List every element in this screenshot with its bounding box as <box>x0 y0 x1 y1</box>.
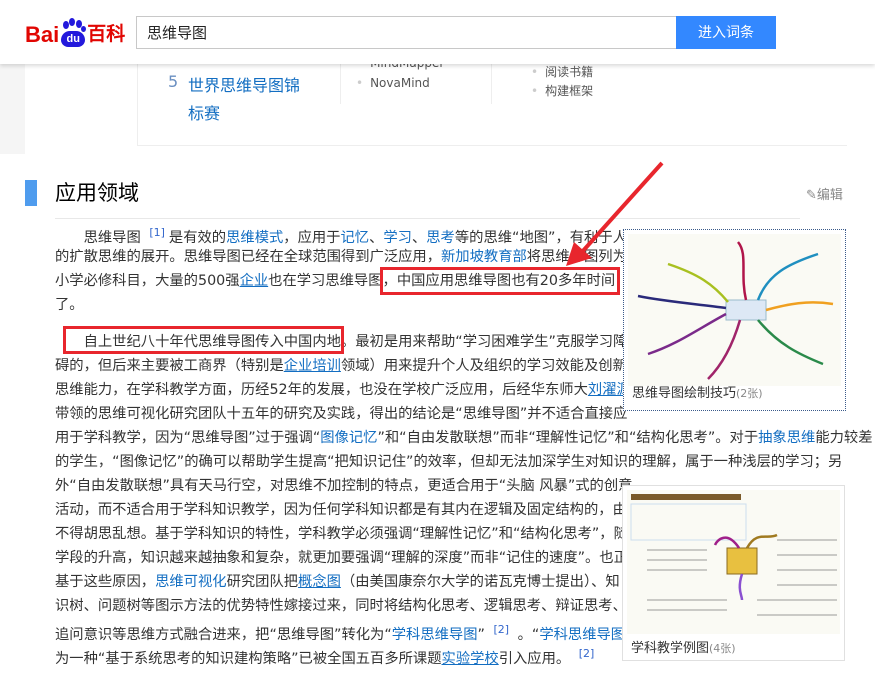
inline-link[interactable]: 学科思维导图 <box>539 627 625 643</box>
paragraph-line: 用于学科教学，因为“思维导图”过于强调“图像记忆”和“自由发散联想”而非“理解性… <box>55 426 873 450</box>
paragraph-line: 学段的升高，知识越来越抽象和复杂，就更加要强调“理解的深度”而非“记住的速度”。… <box>55 546 642 570</box>
text-run: 了。 <box>55 297 84 313</box>
text-run: ” <box>478 627 490 643</box>
text-run: 识树、问题树等图示方法的优势特性嫁接过来，同时将结构化思考、逻辑思考、辩证思考、 <box>55 598 627 614</box>
inline-link[interactable]: 新加坡教育部 <box>441 249 527 265</box>
text-run: 、 <box>412 230 426 246</box>
text-run: 用于学科教学，因为“思维导图”过于强调“ <box>55 430 320 446</box>
inline-link[interactable]: 记忆 <box>340 230 369 246</box>
inline-link[interactable]: 企业培训 <box>284 358 341 374</box>
paragraph-line: 碍的，但后来主要被工商界（特别是企业培训领域）用来提升个人及组织的学习效能及创新 <box>55 354 627 378</box>
toc-subitem[interactable]: NovaMind <box>356 76 430 90</box>
toc-subitem[interactable]: 阅读书籍 <box>531 63 593 80</box>
mindmap-image[interactable] <box>627 490 840 634</box>
inline-link[interactable]: 学习 <box>383 230 412 246</box>
edit-label: 编辑 <box>817 188 843 203</box>
image-card[interactable]: 学科教学例图(4张) <box>622 485 845 661</box>
text-run: 思维能力，在学科教学方面，历经52年的发展，也没在学校广泛应用，后经华东师大 <box>55 382 588 398</box>
inline-link[interactable]: 实验学校 <box>442 651 499 667</box>
divider <box>55 218 800 219</box>
text-run: 能力较差 <box>815 430 872 446</box>
paragraph-line: 不得胡思乱想。基于学科知识的特性，学科教学必须强调“理解性记忆”和“结构化思考”… <box>55 522 642 546</box>
text-run: 、 <box>369 230 383 246</box>
paragraph-line: 基于这些原因，思维可视化研究团队把概念图（由美国康奈尔大学的诺瓦克博士提出）、知 <box>55 570 620 594</box>
paragraph-line: 思维能力，在学科教学方面，历经52年的发展，也没在学校广泛应用，后经华东师大刘濯… <box>55 378 631 402</box>
text-run: 。“ <box>513 627 539 643</box>
text-run: 为一种“基于系统思考的知识建构策略”已被全国五百多所课题 <box>55 651 442 667</box>
paw-icon: du <box>60 18 86 48</box>
text-run: 小学必修科目，大量的500强 <box>55 273 240 289</box>
inline-link[interactable]: 概念图 <box>298 574 341 590</box>
inline-link[interactable]: 思维模式 <box>226 230 283 246</box>
paragraph-line: 识树、问题树等图示方法的优势特性嫁接过来，同时将结构化思考、逻辑思考、辩证思考、 <box>55 594 627 618</box>
paragraph-line: 外“自由发散联想”具有天马行空，对思维不加控制的特点，更适合用于“头脑 风暴”式… <box>55 474 632 498</box>
inline-link[interactable]: 抽象思维 <box>758 430 815 446</box>
text-run: 的扩散思维的展开。思维导图已经在全球范围得到广泛应用， <box>55 249 441 265</box>
section-marker <box>25 180 37 206</box>
text-run: 基于这些原因， <box>55 574 155 590</box>
paragraph-line: 的学生，“图像记忆”的确可以帮助学生提高“把知识记住”的效率，但却无法加深学生对… <box>55 450 842 474</box>
text-run: 的学生，“图像记忆”的确可以帮助学生提高“把知识记住”的效率，但却无法加深学生对… <box>55 454 842 470</box>
citation-ref[interactable]: [1] <box>149 226 165 239</box>
text-run: （由美国康奈尔大学的诺瓦克博士提出）、知 <box>341 574 620 590</box>
text-run: 追问意识等思维方式融合进来，把“思维导图”转化为“ <box>55 627 392 643</box>
text-run: 领域）用来提升个人及组织的学习效能及创新 <box>341 358 627 374</box>
left-gutter <box>0 64 25 154</box>
text-run: ”和“自由发散联想”而非“理解性记忆”和“结构化思考”。对于 <box>377 430 758 446</box>
paragraph-line: 活动，而不适合用于学科知识教学，因为任何学科知识都是有其内在逻辑及固定结构的，由 <box>55 498 627 522</box>
section-title: 应用领域 <box>55 180 139 206</box>
toc-item-number: 5 <box>168 72 178 91</box>
text-run: 带领的思维可视化研究团队十五年的研究及实践，得出的结论是“思维导图”并不适合直接… <box>55 406 627 422</box>
text-run: 是有效的 <box>169 230 226 246</box>
text-run: 不得胡思乱想。基于学科知识的特性，学科教学必须强调“理解性记忆”和“结构化思考”… <box>55 526 642 542</box>
image-card[interactable]: 思维导图绘制技巧(2张) <box>623 229 846 411</box>
highlight-box <box>63 326 344 354</box>
text-run: 碍的，但后来主要被工商界（特别是 <box>55 358 284 374</box>
text-run: 研究团队把 <box>227 574 298 590</box>
text-run: 将思维导图列为 <box>527 249 627 265</box>
paragraph-line: 为一种“基于系统思考的知识建构策略”已被全国五百多所课题实验学校引入应用。 [2… <box>55 642 598 671</box>
mindmap-image[interactable] <box>628 234 841 386</box>
text-run: ，应用于 <box>283 230 340 246</box>
top-header: Bai du 百科 进入词条 <box>0 0 875 64</box>
citation-ref[interactable]: [2] <box>493 623 509 636</box>
search-input[interactable] <box>136 16 677 49</box>
toc-item-link[interactable]: 世界思维导图锦标赛 <box>188 72 313 128</box>
paragraph-line: 带领的思维可视化研究团队十五年的研究及实践，得出的结论是“思维导图”并不适合直接… <box>55 402 627 426</box>
text-run: 学段的升高，知识越来越抽象和复杂，就更加要强调“理解的深度”而非“记住的速度”。… <box>55 550 642 566</box>
paragraph-line: 了。 <box>55 293 84 317</box>
pencil-icon: ✎ <box>806 188 817 203</box>
text-run: 引入应用。 <box>499 651 575 667</box>
image-caption[interactable]: 思维导图绘制技巧(2张) <box>632 382 763 401</box>
toc-subitem[interactable]: 构建框架 <box>531 82 593 99</box>
text-run: 等的思维“地图”，有利于人脑 <box>455 230 641 246</box>
text-run: 活动，而不适合用于学科知识教学，因为任何学科知识都是有其内在逻辑及固定结构的，由 <box>55 502 627 518</box>
inline-link[interactable]: 企业 <box>240 273 269 289</box>
citation-ref[interactable]: [2] <box>579 647 595 660</box>
highlight-box <box>380 267 620 295</box>
inline-link[interactable]: 思考 <box>426 230 455 246</box>
text-run: 外“自由发散联想”具有天马行空，对思维不加控制的特点，更适合用于“头脑 风暴”式… <box>55 478 632 494</box>
image-caption[interactable]: 学科教学例图(4张) <box>631 637 736 656</box>
inline-link[interactable]: 学科思维导图 <box>392 627 478 643</box>
text-run: 思维导图 <box>55 230 145 246</box>
table-of-contents: 5 世界思维导图锦标赛 MindMapper NovaMind 阅读书籍 构建框… <box>137 64 847 146</box>
edit-button[interactable]: ✎编辑 <box>806 184 843 203</box>
inline-link[interactable]: 图像记忆 <box>320 430 377 446</box>
baike-logo[interactable]: Bai du 百科 <box>25 14 125 48</box>
enter-entry-button[interactable]: 进入词条 <box>676 16 776 49</box>
paragraph-line: 的扩散思维的展开。思维导图已经在全球范围得到广泛应用，新加坡教育部将思维导图列为 <box>55 245 627 269</box>
inline-link[interactable]: 思维可视化 <box>155 574 226 590</box>
